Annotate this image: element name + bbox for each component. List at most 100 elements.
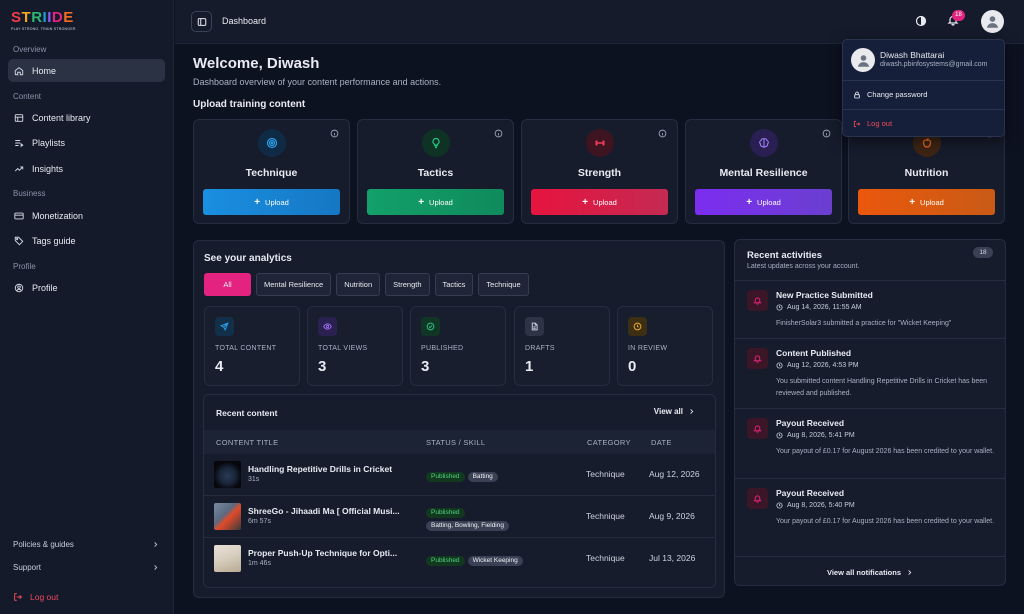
stat-label: TOTAL VIEWS	[318, 345, 368, 352]
activity-item[interactable]: Payout Received Aug 8, 2026, 5:40 PM You…	[735, 478, 1005, 556]
stat-value: 3	[421, 358, 430, 375]
clock-icon	[776, 304, 787, 311]
video-thumbnail	[214, 461, 241, 488]
logout-menu-item[interactable]: Log out	[853, 119, 892, 128]
sidebar-item-monetization[interactable]: Monetization	[8, 204, 165, 227]
content-duration: 31s	[248, 476, 260, 483]
filter-technique[interactable]: Technique	[478, 273, 529, 296]
sidebar-logout-button[interactable]: Log out	[13, 592, 58, 602]
upload-card-title: Strength	[577, 167, 622, 179]
user-circle-icon	[14, 283, 24, 293]
upload-button-label: Upload	[429, 197, 453, 207]
sidebar-item-home[interactable]: Home	[8, 59, 165, 82]
content-category: Technique	[586, 469, 625, 479]
sidebar-item-label: Profile	[32, 282, 58, 293]
plus-icon: +	[909, 196, 916, 208]
upload-button[interactable]: + Upload	[203, 189, 340, 215]
section-business: Business	[13, 189, 46, 198]
filter-strength[interactable]: Strength	[385, 273, 430, 296]
brand-letter: E	[63, 9, 74, 26]
activity-timestamp: Aug 8, 2026, 5:41 PM	[787, 432, 855, 439]
upload-button-label: Upload	[593, 197, 617, 207]
upload-button[interactable]: + Upload	[858, 189, 995, 215]
stat-value: 1	[525, 358, 534, 375]
info-icon[interactable]	[822, 129, 831, 138]
column-header-title: CONTENT TITLE	[216, 438, 279, 447]
table-row[interactable]: Handling Repetitive Drills in Cricket 31…	[204, 454, 715, 496]
divider	[843, 109, 1004, 110]
theme-toggle-button[interactable]	[915, 15, 927, 27]
table-row[interactable]: ShreeGo - Jihaadi Ma [ Official Musi... …	[204, 496, 715, 538]
sidebar-item-label: Insights	[32, 163, 64, 174]
stat-label: TOTAL CONTENT	[215, 345, 277, 352]
sidebar-item-tags-guide[interactable]: Tags guide	[8, 229, 165, 252]
sidebar-item-label: Monetization	[32, 210, 84, 221]
activities-title: Recent activities	[747, 250, 822, 261]
stat-value: 4	[215, 358, 224, 375]
sidebar-item-profile[interactable]: Profile	[8, 276, 165, 299]
logout-icon	[13, 592, 23, 602]
brand-logo[interactable]: STRIIDE PLAY STRONG. TRAIN STRONGER	[11, 9, 76, 32]
logout-icon	[853, 120, 867, 128]
sidebar-support[interactable]: Support	[13, 563, 159, 572]
change-password-menu-item[interactable]: Change password	[853, 90, 927, 99]
filter-nutrition[interactable]: Nutrition	[336, 273, 381, 296]
upload-button[interactable]: + Upload	[531, 189, 668, 215]
sidebar-item-playlists[interactable]: Playlists	[8, 131, 165, 154]
logout-label: Log out	[867, 119, 893, 128]
sidebar-item-insights[interactable]: Insights	[8, 157, 165, 180]
sidebar-item-label: Support	[13, 563, 42, 572]
activity-item[interactable]: New Practice Submitted Aug 14, 2026, 11:…	[735, 280, 1005, 338]
sidebar-item-label: Content library	[32, 112, 91, 123]
video-thumbnail	[214, 503, 241, 530]
content-title: Proper Push-Up Technique for Opti...	[248, 548, 398, 558]
upload-card-title: Technique	[245, 167, 298, 179]
brand-letter: T	[21, 9, 32, 26]
analytics-filters: All Mental Resilience Nutrition Strength…	[204, 273, 534, 296]
change-password-label: Change password	[867, 90, 928, 99]
page-subtitle: Dashboard overview of your content perfo…	[193, 77, 442, 87]
sidebar-item-content-library[interactable]: Content library	[8, 106, 165, 129]
view-all-notifications-link[interactable]: View all notifications	[735, 556, 1005, 585]
user-avatar-button[interactable]	[981, 10, 1004, 33]
activity-item[interactable]: Content Published Aug 12, 2026, 4:53 PM …	[735, 338, 1005, 408]
upload-button[interactable]: + Upload	[695, 189, 832, 215]
upload-card-title: Nutrition	[904, 167, 949, 179]
activity-timestamp: Aug 8, 2026, 5:40 PM	[787, 502, 855, 509]
upload-button-label: Upload	[757, 197, 781, 207]
upload-button[interactable]: + Upload	[367, 189, 504, 215]
lightbulb-icon	[422, 129, 450, 157]
activity-title: Payout Received	[776, 488, 845, 498]
activity-text: You submitted content Handling Repetitiv…	[776, 378, 988, 397]
bell-icon	[747, 418, 768, 439]
contrast-icon	[915, 15, 927, 27]
sidebar: STRIIDE PLAY STRONG. TRAIN STRONGER Over…	[0, 0, 174, 614]
home-icon	[14, 66, 24, 76]
view-all-link[interactable]: View all	[654, 407, 695, 416]
sidebar-policies-guides[interactable]: Policies & guides	[13, 540, 159, 549]
stat-label: DRAFTS	[525, 345, 555, 352]
library-icon	[14, 113, 24, 123]
table-row[interactable]: Proper Push-Up Technique for Opti... 1m …	[204, 538, 715, 580]
filter-all[interactable]: All	[204, 273, 251, 296]
info-icon[interactable]	[658, 129, 667, 138]
notification-badge: 18	[952, 10, 965, 21]
info-icon[interactable]	[330, 129, 339, 138]
stat-value: 0	[628, 358, 637, 375]
status-skill-cell: Published Batting, Bowling, Fielding	[426, 505, 512, 531]
activity-item[interactable]: Payout Received Aug 8, 2026, 5:41 PM You…	[735, 408, 1005, 478]
upload-card-technique: Technique + Upload	[193, 119, 350, 224]
plus-icon: +	[418, 196, 425, 208]
content-date: Jul 13, 2026	[649, 553, 696, 563]
page-title: Welcome, Diwash	[193, 55, 320, 72]
target-icon	[258, 129, 286, 157]
sidebar-toggle-button[interactable]	[191, 11, 212, 32]
filter-tactics[interactable]: Tactics	[434, 273, 474, 296]
lock-icon	[853, 91, 867, 99]
plus-icon: +	[582, 196, 589, 208]
avatar	[851, 48, 875, 72]
upload-card-title: Tactics	[417, 167, 454, 179]
filter-mental-resilience[interactable]: Mental Resilience	[256, 273, 332, 296]
info-icon[interactable]	[494, 129, 503, 138]
brand-letter: D	[51, 9, 64, 26]
